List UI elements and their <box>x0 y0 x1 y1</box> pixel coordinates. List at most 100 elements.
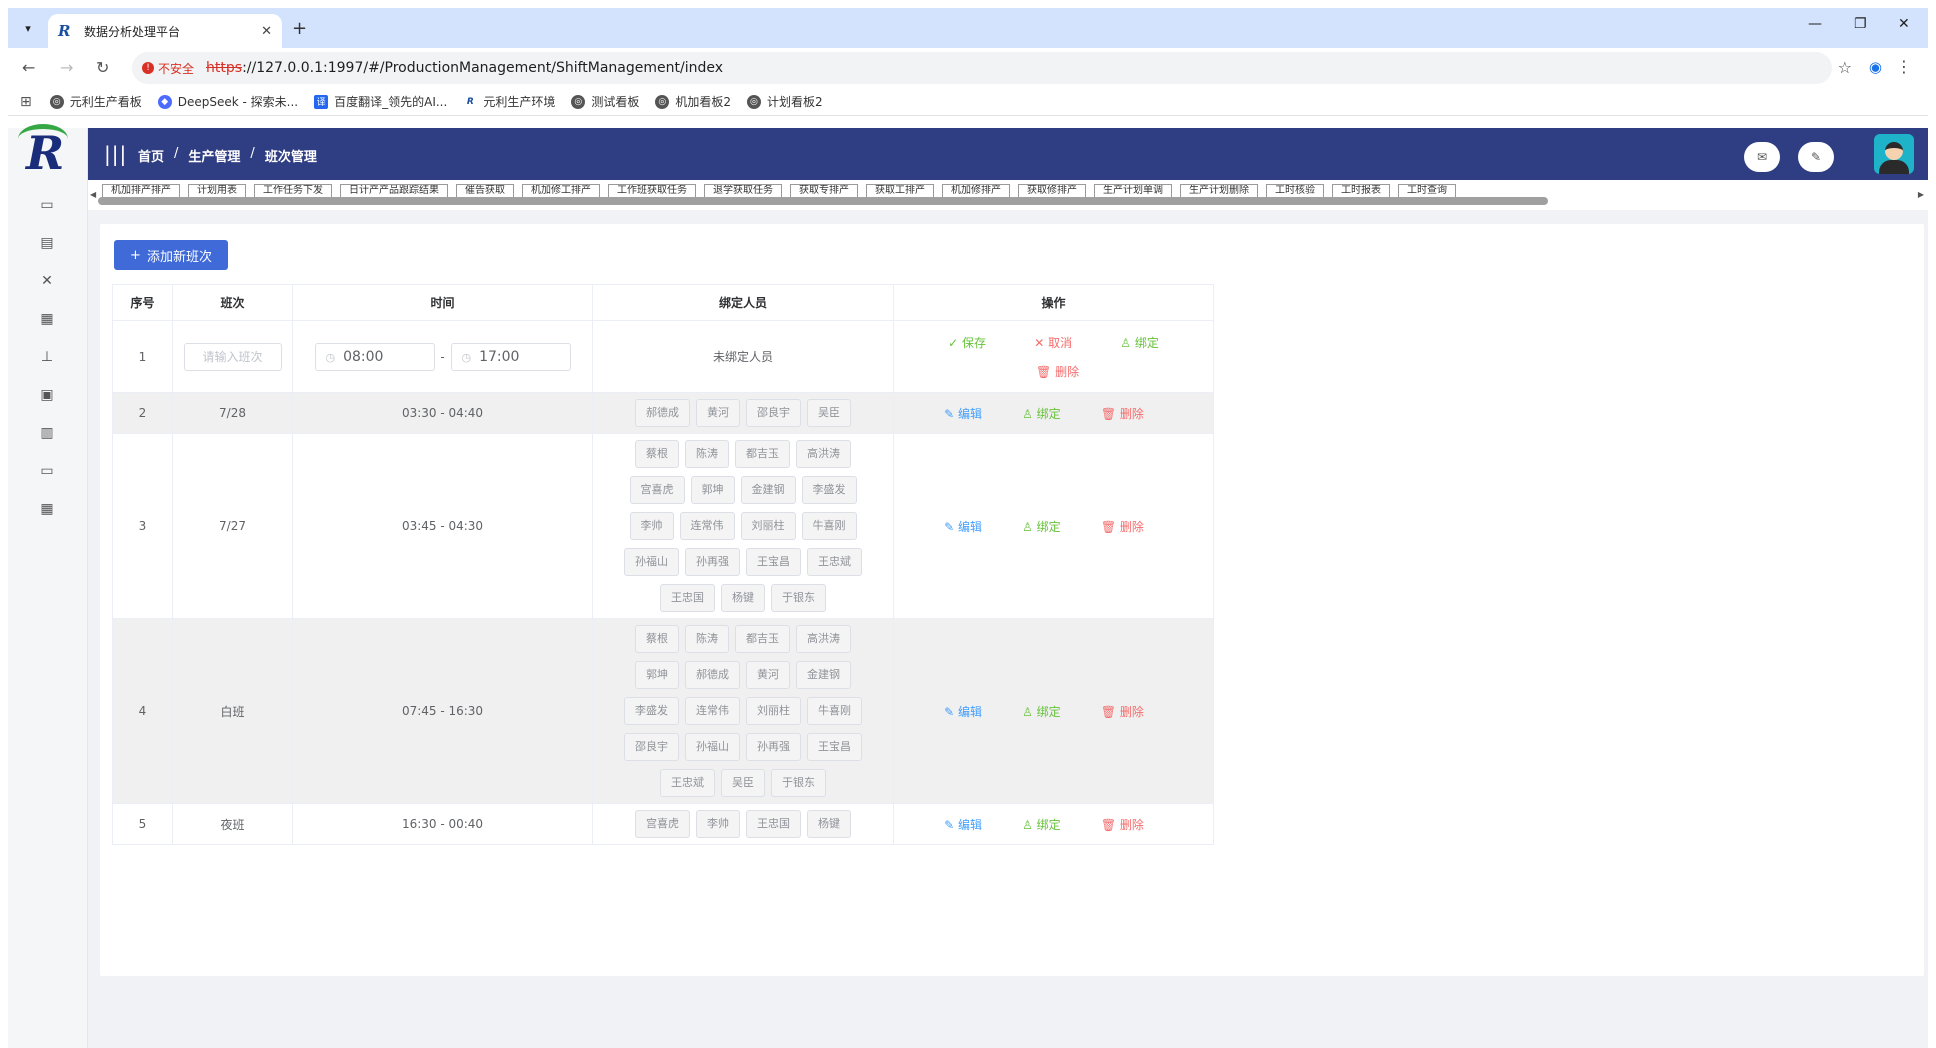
tab-close-icon[interactable]: ✕ <box>261 24 272 39</box>
stamp-icon[interactable]: ⊥ <box>38 348 56 366</box>
avatar[interactable] <box>1874 134 1914 174</box>
bookmark-star-icon[interactable]: ☆ <box>1838 58 1852 77</box>
bookmark-item[interactable]: ◎ 机加看板2 <box>655 93 731 110</box>
tag-item[interactable]: 生产计划删除 <box>1180 184 1258 198</box>
calendar-icon[interactable]: ▦ <box>38 500 56 518</box>
tag-item[interactable]: 催告获取 <box>456 184 514 198</box>
bookmark-item[interactable]: ◎ 计划看板2 <box>746 93 823 110</box>
bind-button[interactable]: ♙ 绑定 <box>1120 334 1159 351</box>
tags-scrollbar[interactable] <box>98 197 1548 205</box>
tab-search-chevron-icon[interactable]: ▾ <box>16 16 40 40</box>
person-tag: 于银东 <box>771 769 826 797</box>
person-tag: 刘丽柱 <box>740 512 796 540</box>
bind-label: 绑定 <box>1036 817 1061 832</box>
browser-tab[interactable]: R 数据分析处理平台 ✕ <box>48 14 282 48</box>
persons-cell: 蔡根 陈涛 都吉玉 高洪涛 宫喜虎 郭坤 金建钢 李盛发 李帅 连常伟 刘丽柱 牛喜刚 孙福山 孙再强 王宝… <box>592 433 894 619</box>
tag-item[interactable]: 机加修排产 <box>942 184 1010 198</box>
tag-item[interactable]: 计划用表 <box>188 184 246 198</box>
bind-button[interactable]: ♙ 绑定 <box>1022 703 1061 720</box>
delete-button[interactable]: 🗑 删除 <box>1036 365 1079 379</box>
restore-icon[interactable]: ❐ <box>1854 16 1867 32</box>
col-index-header: 序号 <box>112 284 173 321</box>
edit-button[interactable]: ✎ 编辑 <box>944 518 982 535</box>
bookmark-item[interactable]: R 元利生产环境 <box>463 93 555 110</box>
tag-item[interactable]: 日计产产品跟踪结果 <box>340 184 448 198</box>
no-persons-text: 未绑定人员 <box>592 320 894 393</box>
scroll-right-icon[interactable]: ▶ <box>1918 190 1924 199</box>
save-button[interactable]: ✓ 保存 <box>948 334 986 351</box>
bind-button[interactable]: ♙ 绑定 <box>1022 405 1061 422</box>
row-actions: ✎ 编辑 ♙ 绑定 🗑 删除 <box>894 518 1194 535</box>
bind-label: 绑定 <box>1036 519 1061 534</box>
tag-item[interactable]: 工作任务下发 <box>254 184 332 198</box>
delete-button[interactable]: 🗑 删除 <box>1101 405 1144 422</box>
breadcrumb-home[interactable]: 首页 <box>138 146 164 165</box>
edit-note-icon[interactable]: ✎ <box>1798 142 1834 172</box>
mail-icon[interactable]: ✉ <box>1744 142 1780 172</box>
tag-item[interactable]: 机加修工排产 <box>522 184 600 198</box>
person-tag: 郝德成 <box>685 661 740 689</box>
edit-button[interactable]: ✎ 编辑 <box>944 703 982 720</box>
screen-icon[interactable]: ▭ <box>38 462 56 480</box>
shift-name-input[interactable]: 请输入班次 <box>183 342 282 371</box>
person-tag: 吴臣 <box>721 769 765 797</box>
person-tag: 陈涛 <box>685 440 729 468</box>
notes-icon[interactable]: ▦ <box>38 310 56 328</box>
add-shift-button[interactable]: + 添加新班次 <box>114 240 228 270</box>
tag-item[interactable]: 生产计划单调 <box>1094 184 1172 198</box>
url-scheme: https <box>206 60 243 76</box>
person-tag: 高洪涛 <box>796 440 851 468</box>
monitor-icon[interactable]: ▭ <box>38 196 56 214</box>
tag-item[interactable]: 工时查询 <box>1398 184 1456 198</box>
person-tag: 孙再强 <box>685 548 740 576</box>
bind-button[interactable]: ♙ 绑定 <box>1022 816 1061 833</box>
browser-menu-icon[interactable]: ⋮ <box>1896 57 1912 76</box>
window-close-icon[interactable]: ✕ <box>1898 16 1910 32</box>
profile-icon[interactable]: ◉ <box>1869 58 1882 76</box>
edit-button[interactable]: ✎ 编辑 <box>944 816 982 833</box>
apps-grid-icon[interactable]: ⊞ <box>20 94 32 110</box>
forward-icon[interactable]: → <box>60 58 73 77</box>
breadcrumb-production[interactable]: 生产管理 <box>188 146 240 165</box>
report-icon[interactable]: ▥ <box>38 424 56 442</box>
printer-icon[interactable]: ▣ <box>38 386 56 404</box>
tag-item[interactable]: 机加排产排产 <box>102 184 180 198</box>
tag-item[interactable]: 工作班获取任务 <box>608 184 696 198</box>
persons-cell: 蔡根 陈涛 都吉玉 高洪涛 郭坤 郝德成 黄河 金建钢 李盛发 连常伟 刘丽柱 牛喜刚 邵良宇 孙福山 孙再… <box>592 618 894 804</box>
minimize-icon[interactable]: — <box>1808 16 1822 32</box>
document-search-icon[interactable]: ▤ <box>38 234 56 252</box>
delete-button[interactable]: 🗑 删除 <box>1101 816 1144 833</box>
address-bar[interactable]: ! 不安全 https://127.0.0.1:1997/#/Production… <box>132 52 1832 84</box>
end-time-input[interactable]: ◷ 17:00 <box>450 342 571 371</box>
reload-icon[interactable]: ↻ <box>96 58 109 77</box>
hamburger-icon[interactable]: ||| <box>104 142 127 166</box>
person-tag: 李盛发 <box>624 697 679 725</box>
scroll-left-icon[interactable]: ◀ <box>90 190 96 199</box>
person-tag: 蔡根 <box>635 440 679 468</box>
start-time-input[interactable]: ◷ 08:00 <box>314 342 435 371</box>
cancel-button[interactable]: ✕ 取消 <box>1034 334 1072 351</box>
delete-button[interactable]: 🗑 删除 <box>1101 703 1144 720</box>
bind-button[interactable]: ♙ 绑定 <box>1022 518 1061 535</box>
tag-item[interactable]: 工时报表 <box>1332 184 1390 198</box>
tools-icon[interactable]: ✕ <box>38 272 56 290</box>
bookmark-item[interactable]: 译百度翻译_领先的AI... <box>314 93 447 110</box>
edit-label: 编辑 <box>957 817 982 832</box>
delete-button[interactable]: 🗑 删除 <box>1101 518 1144 535</box>
tag-item[interactable]: 获取工排产 <box>866 184 934 198</box>
edit-button[interactable]: ✎ 编辑 <box>944 405 982 422</box>
tag-item[interactable]: 工时核验 <box>1266 184 1324 198</box>
person-tag: 李帅 <box>696 810 740 838</box>
tag-item[interactable]: 退学获取任务 <box>704 184 782 198</box>
person-tag: 李帅 <box>629 512 674 540</box>
insecure-badge[interactable]: ! 不安全 <box>142 60 194 77</box>
tag-item[interactable]: 获取专排产 <box>790 184 858 198</box>
tag-item[interactable]: 获取修排产 <box>1018 184 1086 198</box>
bookmark-item[interactable]: ◆ DeepSeek - 探索未... <box>157 93 298 110</box>
new-tab-icon[interactable]: + <box>292 18 307 39</box>
bookmark-item[interactable]: ◎ 测试看板 <box>571 93 639 110</box>
bookmark-item[interactable]: ◎ 元利生产看板 <box>49 93 142 110</box>
back-icon[interactable]: ← <box>22 58 35 77</box>
person-tag: 刘丽柱 <box>746 697 801 725</box>
persons-cell: 宫喜虎 李帅 王忠国 杨键 <box>592 803 894 845</box>
